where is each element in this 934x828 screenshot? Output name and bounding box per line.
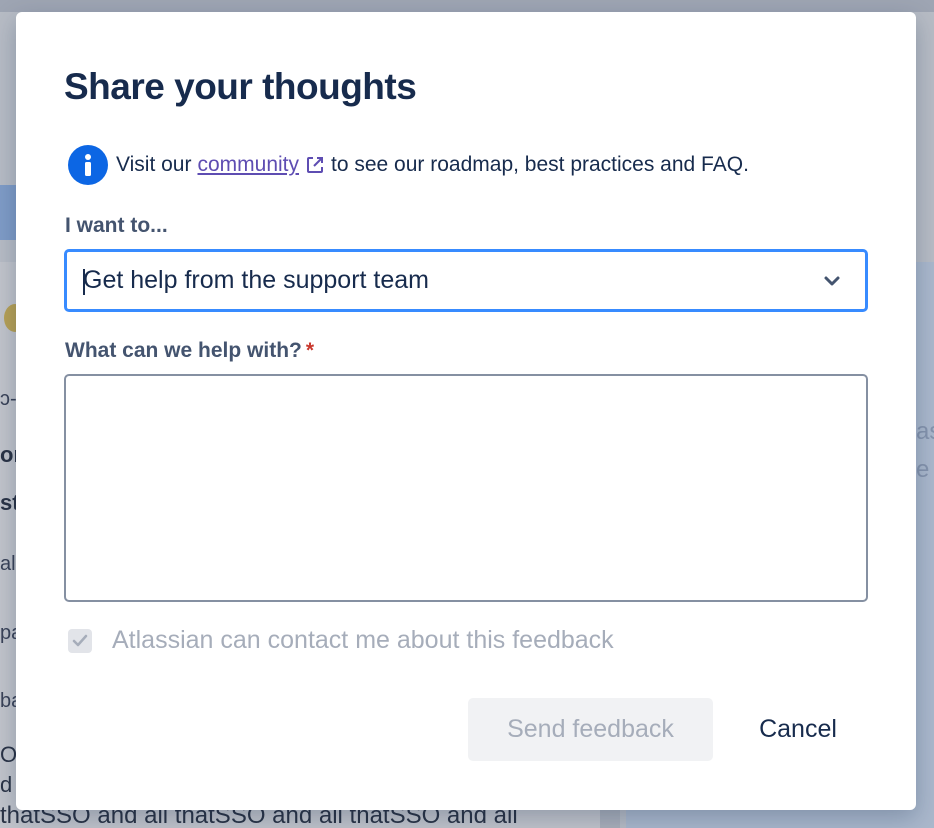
details-label-text: What can we help with? bbox=[65, 339, 302, 362]
details-textarea[interactable] bbox=[64, 374, 868, 602]
background-text: e t bbox=[916, 456, 934, 483]
dialog-title: Share your thoughts bbox=[64, 66, 417, 107]
info-prefix: Visit our bbox=[116, 153, 192, 176]
background-text: ɔ- bbox=[0, 388, 17, 410]
intent-label: I want to... bbox=[65, 214, 168, 237]
feedback-dialog: Share your thoughts Visit our community … bbox=[16, 12, 916, 810]
intent-select[interactable]: Get help from the support team bbox=[64, 249, 868, 312]
contact-checkbox-label: Atlassian can contact me about this feed… bbox=[112, 626, 614, 654]
intent-selected-value: Get help from the support team bbox=[83, 266, 430, 294]
info-text: Visit our community to see our roadmap, … bbox=[116, 153, 749, 177]
community-link[interactable]: community bbox=[197, 153, 299, 177]
info-banner: Visit our community to see our roadmap, … bbox=[68, 145, 749, 185]
info-icon bbox=[68, 145, 108, 185]
info-suffix: to see our roadmap, best practices and F… bbox=[331, 153, 749, 176]
send-feedback-button[interactable]: Send feedback bbox=[468, 698, 713, 761]
chevron-down-icon[interactable] bbox=[823, 274, 841, 293]
text-caret bbox=[83, 269, 85, 295]
contact-consent[interactable]: Atlassian can contact me about this feed… bbox=[68, 626, 614, 655]
details-label: What can we help with? * bbox=[65, 339, 314, 363]
cancel-button[interactable]: Cancel bbox=[732, 698, 864, 761]
background-text: al bbox=[0, 553, 16, 575]
required-indicator: * bbox=[305, 339, 315, 362]
background-topbar bbox=[0, 0, 934, 12]
background-text: O bbox=[0, 742, 18, 767]
background-text: as bbox=[916, 418, 934, 445]
external-link-icon[interactable] bbox=[305, 155, 325, 175]
contact-checkbox[interactable] bbox=[68, 628, 92, 653]
